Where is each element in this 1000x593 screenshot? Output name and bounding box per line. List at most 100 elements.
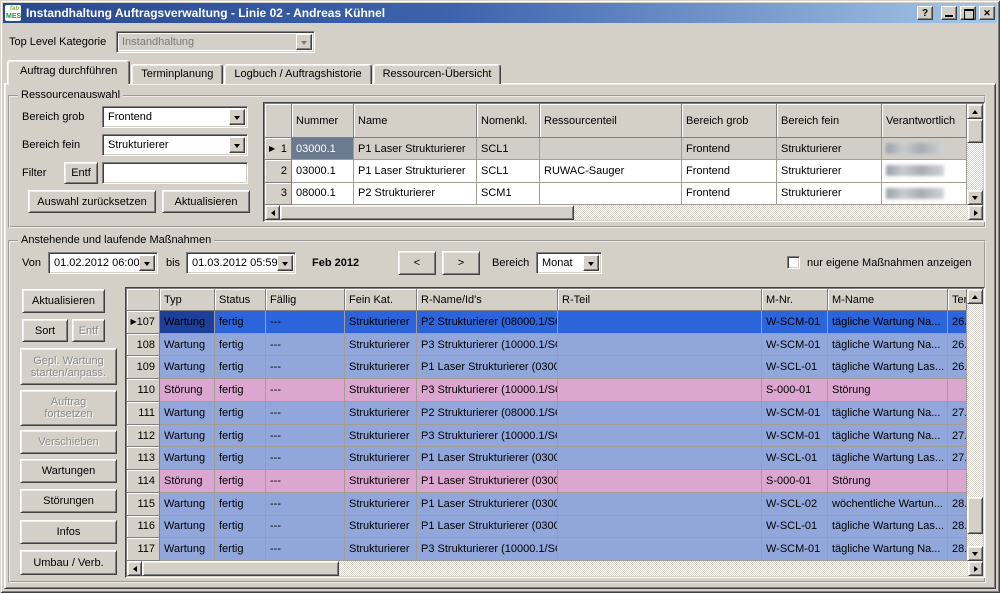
cell-faellig[interactable]: --- xyxy=(266,311,345,334)
infos-button[interactable]: Infos xyxy=(20,520,117,544)
cell-r-name[interactable]: P2 Strukturierer (08000.1/SC... xyxy=(417,311,558,334)
table-row-2[interactable]: 203000.1P1 Laser StrukturiererSCL1RUWAC-… xyxy=(265,160,967,182)
table-row-112[interactable]: 112Wartungfertig---StrukturiererP3 Struk… xyxy=(127,425,967,448)
cell-ter[interactable] xyxy=(948,379,967,402)
scroll-up-icon[interactable] xyxy=(967,104,983,119)
cell-ter[interactable]: 26.0 xyxy=(948,356,967,379)
table-row-116[interactable]: 116Wartungfertig---StrukturiererP1 Laser… xyxy=(127,516,967,539)
tab-ressourcen-uebersicht[interactable]: Ressourcen-Übersicht xyxy=(373,64,502,84)
filter-entf-button[interactable]: Entf xyxy=(64,162,98,184)
column-header-selector[interactable] xyxy=(265,104,292,138)
cell-nomenkl[interactable]: SCL1 xyxy=(477,160,540,182)
table-row-115[interactable]: 115Wartungfertig---StrukturiererP1 Laser… xyxy=(127,493,967,516)
cell-name[interactable]: P1 Laser Strukturierer xyxy=(354,138,477,160)
cell-r-name[interactable]: P1 Laser Strukturierer (03000... xyxy=(417,493,558,516)
cell-faellig[interactable]: --- xyxy=(266,538,345,561)
table-row-117[interactable]: 117Wartungfertig---StrukturiererP3 Struk… xyxy=(127,538,967,561)
cell-name[interactable]: P2 Strukturierer xyxy=(354,183,477,205)
cell-fein-kat[interactable]: Strukturierer xyxy=(345,516,417,539)
cell-r-teil[interactable] xyxy=(558,470,762,493)
cell-r-name[interactable]: P1 Laser Strukturierer (03000... xyxy=(417,516,558,539)
cell-m-nr[interactable]: W-SCM-01 xyxy=(762,538,828,561)
cell-m-name[interactable]: Störung xyxy=(828,379,948,402)
cell-m-name[interactable]: tägliche Wartung Na... xyxy=(828,311,948,334)
column-header-r-teil[interactable]: R-Teil xyxy=(558,289,762,311)
cell-m-nr[interactable]: W-SCL-02 xyxy=(762,493,828,516)
row-header[interactable]: 115 xyxy=(127,493,160,516)
cell-faellig[interactable]: --- xyxy=(266,334,345,357)
help-button[interactable]: ? xyxy=(917,6,933,20)
cell-m-name[interactable]: tägliche Wartung Las... xyxy=(828,516,948,539)
cell-m-nr[interactable]: W-SCL-01 xyxy=(762,356,828,379)
table-row-107[interactable]: ▶107Wartungfertig---StrukturiererP2 Stru… xyxy=(127,311,967,334)
cell-fein-kat[interactable]: Strukturierer xyxy=(345,470,417,493)
cell-verantwortlich[interactable] xyxy=(882,160,967,182)
cell-r-name[interactable]: P1 Laser Strukturierer (03000... xyxy=(417,356,558,379)
umbau-verb-button[interactable]: Umbau / Verb. xyxy=(20,550,117,575)
cell-ter[interactable]: 26.0 xyxy=(948,334,967,357)
auftrag-fortsetzen-button[interactable]: Auftrag fortsetzen xyxy=(20,390,117,426)
row-header[interactable]: ▶107 xyxy=(127,311,160,334)
row-header[interactable]: 109 xyxy=(127,356,160,379)
column-header-status[interactable]: Status xyxy=(215,289,266,311)
cell-m-nr[interactable]: W-SCM-01 xyxy=(762,425,828,448)
tab-terminplanung[interactable]: Terminplanung xyxy=(131,64,223,84)
cell-status[interactable]: fertig xyxy=(215,470,266,493)
cell-m-name[interactable]: tägliche Wartung Las... xyxy=(828,447,948,470)
column-header-nummer[interactable]: Nummer xyxy=(292,104,354,138)
cell-m-nr[interactable]: W-SCM-01 xyxy=(762,402,828,425)
row-header[interactable]: 110 xyxy=(127,379,160,402)
cell-r-name[interactable]: P1 Laser Strukturierer (03000... xyxy=(417,447,558,470)
cell-status[interactable]: fertig xyxy=(215,402,266,425)
table-row-108[interactable]: 108Wartungfertig---StrukturiererP3 Struk… xyxy=(127,334,967,357)
cell-status[interactable]: fertig xyxy=(215,447,266,470)
column-header-selector[interactable] xyxy=(127,289,160,311)
cell-m-nr[interactable]: W-SCL-01 xyxy=(762,447,828,470)
cell-nummer[interactable]: 08000.1 xyxy=(292,183,354,205)
row-header[interactable]: 114 xyxy=(127,470,160,493)
column-header-typ[interactable]: Typ xyxy=(160,289,215,311)
cell-nomenkl[interactable]: SCM1 xyxy=(477,183,540,205)
cell-r-name[interactable]: P3 Strukturierer (10000.1/SC... xyxy=(417,334,558,357)
cell-r-teil[interactable] xyxy=(558,425,762,448)
cell-r-teil[interactable] xyxy=(558,379,762,402)
cell-bereich-grob[interactable]: Frontend xyxy=(682,160,777,182)
cell-r-teil[interactable] xyxy=(558,447,762,470)
cell-m-nr[interactable]: S-000-01 xyxy=(762,379,828,402)
bereich-combobox[interactable]: Monat xyxy=(536,252,602,274)
cell-m-nr[interactable]: W-SCM-01 xyxy=(762,311,828,334)
verschieben-button[interactable]: Verschieben xyxy=(20,430,117,454)
cell-faellig[interactable]: --- xyxy=(266,356,345,379)
cell-typ[interactable]: Wartung xyxy=(160,425,215,448)
row-header[interactable]: 2 xyxy=(265,160,292,182)
cell-r-teil[interactable] xyxy=(558,538,762,561)
cell-faellig[interactable]: --- xyxy=(266,379,345,402)
cell-r-name[interactable]: P1 Laser Strukturierer (03000... xyxy=(417,470,558,493)
cell-faellig[interactable]: --- xyxy=(266,402,345,425)
column-header-name[interactable]: Name xyxy=(354,104,477,138)
chevron-down-icon[interactable] xyxy=(277,255,293,271)
row-header[interactable]: 112 xyxy=(127,425,160,448)
row-header[interactable]: 3 xyxy=(265,183,292,205)
cell-ressourcenteil[interactable]: RUWAC-Sauger xyxy=(540,160,682,182)
column-header-fein-kat-[interactable]: Fein Kat. xyxy=(345,289,417,311)
cell-r-name[interactable]: P3 Strukturierer (10000.1/SC... xyxy=(417,538,558,561)
sort-button[interactable]: Sort xyxy=(22,319,68,342)
chevron-down-icon[interactable] xyxy=(229,109,245,125)
massnahmen-horizontal-scrollbar[interactable] xyxy=(127,561,983,576)
cell-status[interactable]: fertig xyxy=(215,425,266,448)
cell-fein-kat[interactable]: Strukturierer xyxy=(345,379,417,402)
cell-bereich-grob[interactable]: Frontend xyxy=(682,183,777,205)
cell-typ[interactable]: Wartung xyxy=(160,311,215,334)
gepl-wartung-starten-button[interactable]: Gepl. Wartung starten/anpass. xyxy=(20,348,117,385)
cell-bereich-fein[interactable]: Strukturierer xyxy=(777,183,882,205)
table-row-3[interactable]: 308000.1P2 StrukturiererSCM1 FrontendStru… xyxy=(265,183,967,205)
table-row-113[interactable]: 113Wartungfertig---StrukturiererP1 Laser… xyxy=(127,447,967,470)
column-header-nomenkl-[interactable]: Nomenkl. xyxy=(477,104,540,138)
cell-status[interactable]: fertig xyxy=(215,334,266,357)
massnahmen-hscroll-thumb[interactable] xyxy=(142,561,339,576)
scroll-down-icon[interactable] xyxy=(967,190,983,205)
scroll-down-icon[interactable] xyxy=(967,546,983,561)
row-header[interactable]: 117 xyxy=(127,538,160,561)
cell-typ[interactable]: Wartung xyxy=(160,516,215,539)
